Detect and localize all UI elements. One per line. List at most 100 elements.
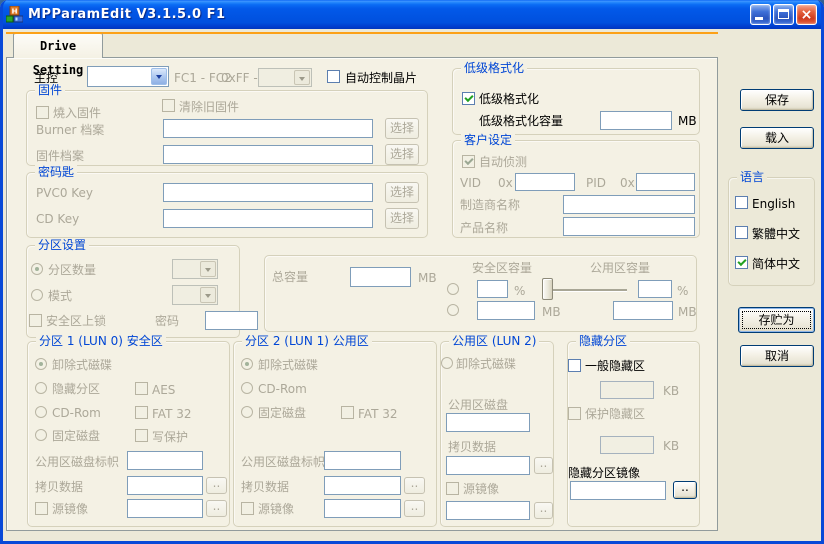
p2-copy-label: 拷贝数据 [241, 480, 289, 494]
secure-mb-unit: MB [542, 305, 561, 319]
p3-removable-label: 卸除式磁碟 [456, 357, 516, 371]
secure-lock-label: 安全区上锁 [46, 314, 106, 328]
p3-disk-input[interactable] [446, 413, 530, 432]
p3-image-checkbox [446, 482, 459, 495]
save-as-button[interactable]: 存贮为 [738, 307, 815, 333]
p1-fat32-label: FAT 32 [152, 407, 192, 421]
protect-hidden-label: 保护隐藏区 [585, 407, 645, 421]
auto-chip-checkbox[interactable] [327, 70, 340, 83]
hex-prefix-label: 0xFF - [221, 71, 258, 85]
save-button[interactable]: 保存 [740, 89, 814, 111]
low-level-capacity-input[interactable] [600, 111, 672, 130]
total-capacity-input[interactable] [350, 267, 411, 287]
p1-cdrom-radio [35, 406, 47, 418]
capacity-slider-track[interactable] [546, 289, 627, 291]
normal-hidden-checkbox[interactable] [568, 359, 581, 372]
hidden-image-label: 隐藏分区镜像 [568, 466, 640, 480]
p2-fat32-checkbox [341, 406, 354, 419]
maximize-icon [778, 9, 789, 19]
p1-aes-checkbox [135, 382, 148, 395]
normal-hidden-unit: KB [663, 384, 679, 398]
low-level-capacity-unit: MB [678, 114, 697, 128]
low-level-capacity-label: 低级格式化容量 [479, 114, 563, 128]
lang-traditional-checkbox[interactable] [735, 226, 748, 239]
p2-image-checkbox [241, 502, 254, 515]
tab-drive-setting[interactable]: Drive Setting [13, 32, 103, 58]
lang-english-checkbox[interactable] [735, 196, 748, 209]
vid-label: VID [460, 176, 481, 190]
partition3-title: 公用区 (LUN 2) [449, 334, 539, 348]
normal-hidden-label: 一般隐藏区 [585, 359, 645, 373]
p1-aes-label: AES [152, 383, 175, 397]
mode-radio [31, 289, 43, 301]
pvc0-key-input[interactable] [163, 183, 373, 202]
p1-copy-label: 拷贝数据 [35, 480, 83, 494]
p2-cdrom-radio [241, 382, 253, 394]
auto-detect-label: 自动侦测 [479, 155, 527, 169]
p2-disk-input[interactable] [324, 451, 401, 470]
product-name-input[interactable] [563, 217, 695, 236]
p1-fixed-label: 固定磁盘 [52, 429, 100, 443]
public-percent-input[interactable] [638, 280, 672, 298]
p3-image-input[interactable] [446, 501, 530, 520]
p1-image-label: 源镜像 [52, 502, 88, 516]
firmware-group-title: 固件 [35, 83, 65, 97]
keys-group-title: 密码匙 [35, 165, 77, 179]
vid-input[interactable] [515, 173, 575, 191]
p1-disk-input[interactable] [127, 451, 203, 470]
combo-arrow-icon [200, 261, 216, 277]
public-mb-unit: MB [678, 305, 697, 319]
lang-simplified-checkbox[interactable] [735, 256, 748, 269]
partition2-title: 分区 2 (LUN 1) 公用区 [242, 334, 372, 348]
close-icon: × [797, 6, 816, 24]
lang-simplified-label: 简体中文 [752, 257, 800, 271]
p2-image-input[interactable] [324, 499, 401, 518]
minimize-button[interactable] [750, 4, 771, 25]
secure-mb-input[interactable] [477, 301, 535, 320]
low-level-format-title: 低级格式化 [461, 61, 527, 75]
firmware-file-input[interactable] [163, 145, 373, 164]
p2-copy-input[interactable] [324, 476, 401, 495]
maximize-button[interactable] [773, 4, 794, 25]
password-input[interactable] [205, 311, 258, 330]
close-button[interactable]: × [796, 4, 817, 25]
vendor-name-input[interactable] [563, 195, 695, 214]
protect-hidden-unit: KB [663, 439, 679, 453]
partition1-title: 分区 1 (LUN 0) 安全区 [36, 334, 166, 348]
app-window: H MPParamEdit V3.1.5.0 F1 × Drive Settin… [0, 0, 824, 544]
p1-image-browse-button: .. [206, 500, 227, 517]
public-mb-input[interactable] [613, 301, 673, 320]
cd-key-input[interactable] [163, 209, 373, 228]
cancel-button[interactable]: 取消 [740, 345, 814, 367]
burner-file-input[interactable] [163, 119, 373, 138]
partition-settings-title: 分区设置 [35, 238, 89, 252]
keys-group: 密码匙 [26, 172, 428, 238]
pid-input[interactable] [636, 173, 695, 191]
master-combobox[interactable] [87, 66, 169, 87]
p3-copy-input[interactable] [446, 456, 530, 475]
combo-arrow-icon[interactable] [151, 68, 167, 85]
low-level-format-checkbox[interactable] [462, 92, 475, 105]
p2-cdrom-label: CD-Rom [258, 382, 307, 396]
burn-firmware-label: 燒入固件 [53, 106, 101, 120]
hidden-image-browse-button[interactable]: .. [673, 481, 697, 499]
p1-copy-input[interactable] [127, 476, 203, 495]
title-bar[interactable]: H MPParamEdit V3.1.5.0 F1 × [0, 0, 824, 29]
secure-percent-input[interactable] [477, 280, 508, 298]
p1-image-input[interactable] [127, 499, 203, 518]
capacity-slider-thumb[interactable] [542, 278, 553, 300]
load-button[interactable]: 载入 [740, 127, 814, 149]
p1-write-protect-checkbox [135, 429, 148, 442]
p2-fixed-radio [241, 406, 253, 418]
total-capacity-unit: MB [418, 271, 437, 285]
protect-hidden-size-input [600, 436, 654, 454]
p1-removable-label: 卸除式磁碟 [52, 358, 112, 372]
p2-copy-browse-button: .. [404, 477, 425, 494]
p2-image-browse-button: .. [404, 500, 425, 517]
auto-detect-checkbox [462, 155, 475, 168]
pid-label: PID [586, 176, 606, 190]
p3-image-label: 源镜像 [463, 482, 499, 496]
partition-count-combobox [172, 259, 218, 279]
hidden-image-input[interactable] [570, 481, 666, 500]
clear-firmware-checkbox [162, 99, 175, 112]
